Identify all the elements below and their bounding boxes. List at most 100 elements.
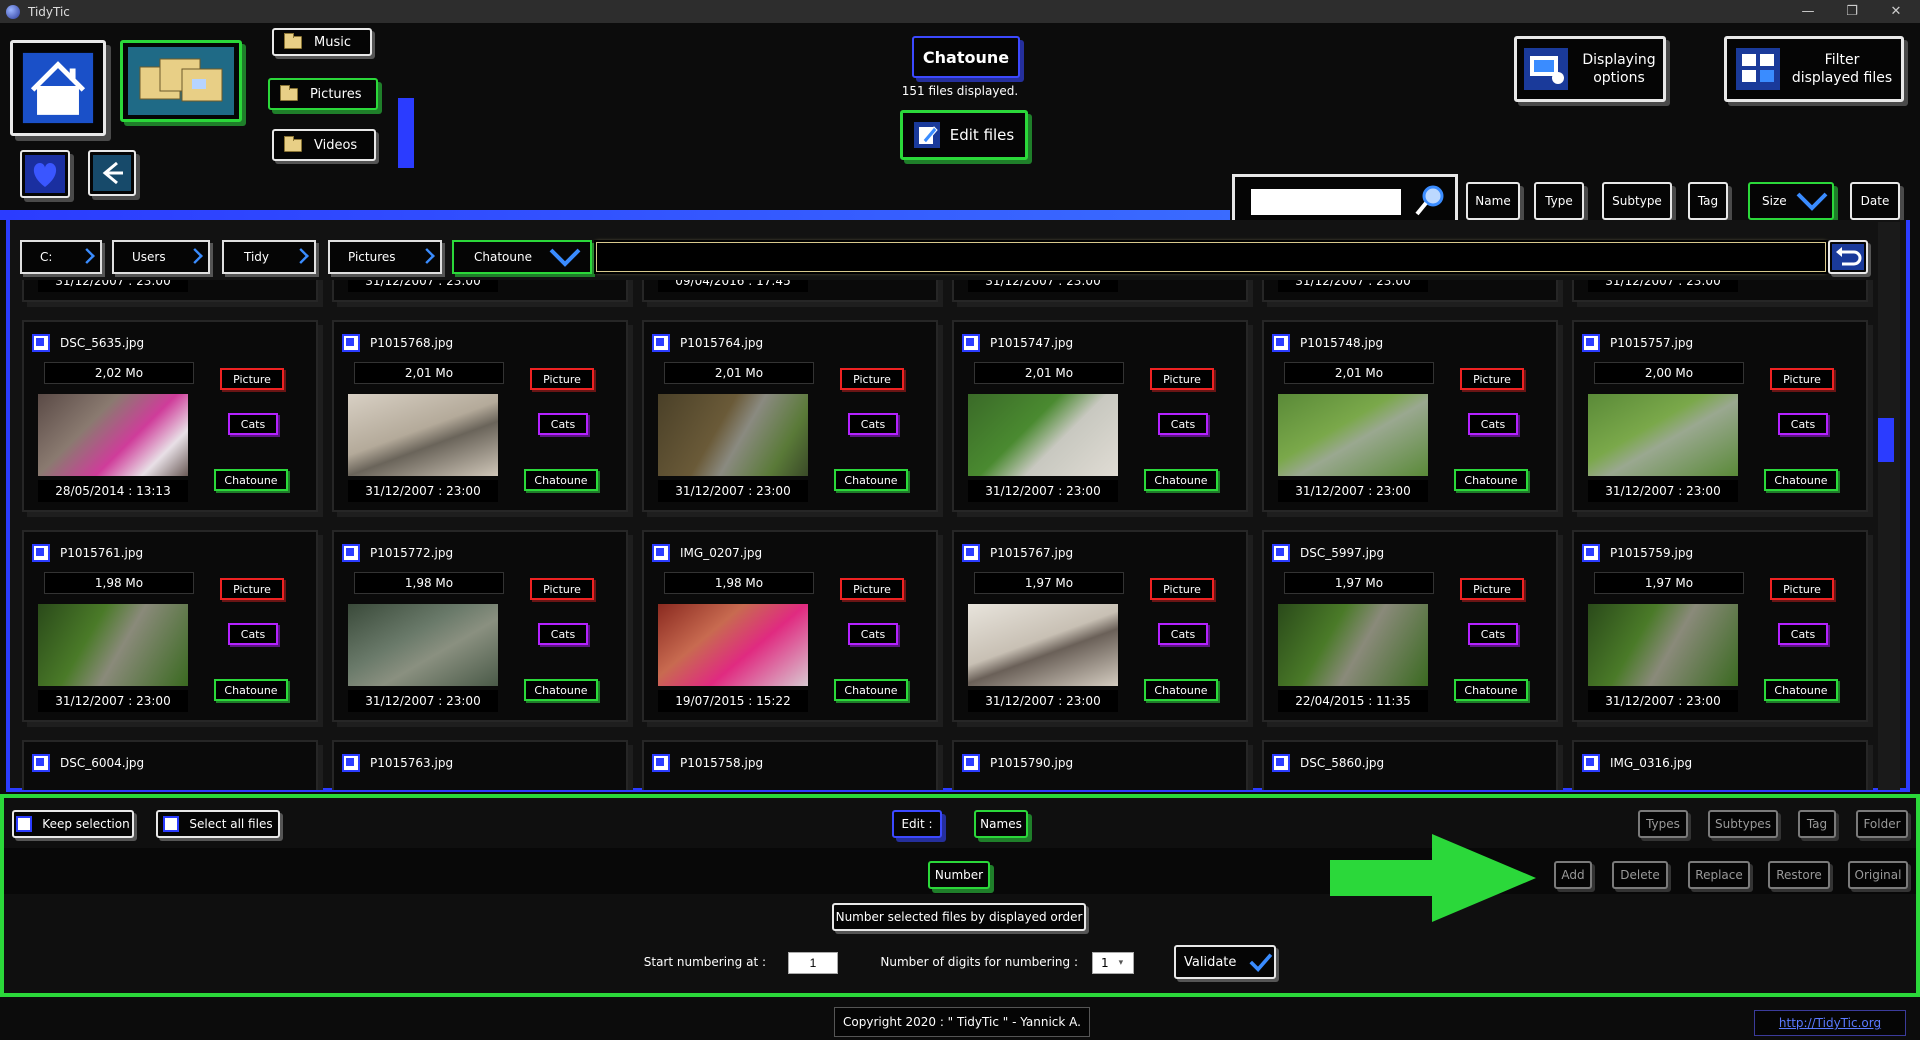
minimize-button[interactable]: —: [1786, 0, 1830, 23]
subtype-tag[interactable]: Cats: [1158, 413, 1208, 435]
file-card-partial[interactable]: 31/12/2007 : 23:00: [1262, 280, 1558, 302]
select-checkbox-icon[interactable]: [342, 334, 360, 352]
file-card[interactable]: P1015758.jpg: [642, 740, 938, 790]
subtype-tag[interactable]: Cats: [228, 623, 278, 645]
folder-tag[interactable]: Chatoune: [1764, 469, 1838, 491]
edit-tag-button[interactable]: Tag: [1798, 810, 1836, 838]
select-checkbox-icon[interactable]: [32, 334, 50, 352]
type-tag[interactable]: Picture: [530, 578, 594, 600]
back-button[interactable]: [88, 150, 136, 196]
folder-tag[interactable]: Chatoune: [214, 469, 288, 491]
select-checkbox-icon[interactable]: [1272, 544, 1290, 562]
sort-type-button[interactable]: Type: [1534, 182, 1584, 220]
add-button[interactable]: Add: [1554, 861, 1592, 889]
type-tag[interactable]: Picture: [840, 368, 904, 390]
edit-folder-button[interactable]: Folder: [1856, 810, 1908, 838]
select-checkbox-icon[interactable]: [1272, 334, 1290, 352]
breadcrumb-tidy[interactable]: Tidy: [222, 240, 316, 274]
file-card-partial[interactable]: 31/12/2007 : 23:00: [952, 280, 1248, 302]
subtype-tag[interactable]: Cats: [538, 413, 588, 435]
file-card[interactable]: P1015768.jpg 2,01 Mo 31/12/2007 : 23:00 Pic…: [332, 320, 628, 512]
file-thumbnail[interactable]: [348, 604, 498, 686]
breadcrumb-pictures[interactable]: Pictures: [328, 240, 442, 274]
subtype-tag[interactable]: Cats: [848, 413, 898, 435]
type-tag[interactable]: Picture: [220, 578, 284, 600]
file-card[interactable]: P1015748.jpg 2,01 Mo 31/12/2007 : 23:00 Pic…: [1262, 320, 1558, 512]
file-card[interactable]: P1015757.jpg 2,00 Mo 31/12/2007 : 23:00 Pic…: [1572, 320, 1868, 512]
sort-date-button[interactable]: Date: [1850, 182, 1900, 220]
path-bar[interactable]: [596, 242, 1826, 272]
file-card[interactable]: P1015790.jpg: [952, 740, 1248, 790]
select-checkbox-icon[interactable]: [962, 544, 980, 562]
file-thumbnail[interactable]: [1588, 604, 1738, 686]
sort-subtype-button[interactable]: Subtype: [1602, 182, 1672, 220]
select-checkbox-icon[interactable]: [32, 754, 50, 772]
select-checkbox-icon[interactable]: [962, 754, 980, 772]
close-button[interactable]: ✕: [1874, 0, 1918, 23]
file-thumbnail[interactable]: [658, 604, 808, 686]
start-numbering-input[interactable]: [788, 952, 838, 974]
original-button[interactable]: Original: [1848, 861, 1908, 889]
folder-tag[interactable]: Chatoune: [1144, 469, 1218, 491]
edit-files-button[interactable]: Edit files: [900, 110, 1028, 160]
favorites-button[interactable]: [20, 150, 70, 198]
displaying-options-button[interactable]: Displaying options: [1514, 36, 1666, 102]
restore-button[interactable]: Restore: [1768, 861, 1830, 889]
digits-select[interactable]: 1 ▾: [1092, 952, 1134, 974]
select-checkbox-icon[interactable]: [1582, 544, 1600, 562]
file-card[interactable]: P1015767.jpg 1,97 Mo 31/12/2007 : 23:00 Pic…: [952, 530, 1248, 722]
type-tag[interactable]: Picture: [1460, 368, 1524, 390]
sort-tag-button[interactable]: Tag: [1688, 182, 1728, 220]
folder-tag[interactable]: Chatoune: [1144, 679, 1218, 701]
number-selected-option[interactable]: Number selected files by displayed order: [832, 903, 1086, 931]
folders-button[interactable]: [120, 40, 242, 122]
select-checkbox-icon[interactable]: [342, 754, 360, 772]
music-button[interactable]: Music: [272, 28, 372, 56]
website-link[interactable]: http://TidyTic.org: [1754, 1010, 1906, 1036]
type-tag[interactable]: Picture: [1150, 368, 1214, 390]
breadcrumb-users[interactable]: Users: [112, 240, 210, 274]
type-tag[interactable]: Picture: [1460, 578, 1524, 600]
sort-name-button[interactable]: Name: [1466, 182, 1520, 220]
subtype-tag[interactable]: Cats: [1158, 623, 1208, 645]
search-icon[interactable]: [1413, 182, 1449, 218]
number-button[interactable]: Number: [928, 861, 990, 889]
folder-tag[interactable]: Chatoune: [1454, 679, 1528, 701]
scrollbar-thumb[interactable]: [1878, 418, 1894, 462]
sort-size-button[interactable]: Size: [1748, 182, 1834, 220]
folder-tag[interactable]: Chatoune: [1764, 679, 1838, 701]
file-card-partial[interactable]: 09/04/2016 : 17:45: [642, 280, 938, 302]
undo-button[interactable]: [1828, 240, 1868, 274]
file-thumbnail[interactable]: [348, 394, 498, 476]
folder-tag[interactable]: Chatoune: [1454, 469, 1528, 491]
type-tag[interactable]: Picture: [1150, 578, 1214, 600]
file-thumbnail[interactable]: [658, 394, 808, 476]
subtype-tag[interactable]: Cats: [1778, 623, 1828, 645]
file-thumbnail[interactable]: [38, 604, 188, 686]
scrollbar-track[interactable]: [1878, 222, 1900, 790]
edit-names-button[interactable]: Names: [974, 810, 1028, 838]
file-thumbnail[interactable]: [968, 604, 1118, 686]
filter-files-button[interactable]: Filter displayed files: [1724, 36, 1904, 102]
folder-tag[interactable]: Chatoune: [834, 469, 908, 491]
file-card[interactable]: IMG_0207.jpg 1,98 Mo 19/07/2015 : 15:22 Pic…: [642, 530, 938, 722]
select-checkbox-icon[interactable]: [1582, 754, 1600, 772]
videos-button[interactable]: Videos: [272, 129, 376, 161]
current-folder-button[interactable]: Chatoune: [912, 36, 1020, 78]
folder-tag[interactable]: Chatoune: [524, 679, 598, 701]
file-card[interactable]: P1015761.jpg 1,98 Mo 31/12/2007 : 23:00 Pic…: [22, 530, 318, 722]
file-card-partial[interactable]: 31/12/2007 : 23:00: [22, 280, 318, 302]
maximize-button[interactable]: ❐: [1830, 0, 1874, 23]
select-checkbox-icon[interactable]: [1582, 334, 1600, 352]
replace-button[interactable]: Replace: [1688, 861, 1750, 889]
delete-button[interactable]: Delete: [1612, 861, 1668, 889]
folder-tag[interactable]: Chatoune: [834, 679, 908, 701]
file-card-partial[interactable]: 31/12/2007 : 23:00: [332, 280, 628, 302]
breadcrumb-drive[interactable]: C:: [20, 240, 102, 274]
file-card[interactable]: DSC_5635.jpg 2,02 Mo 28/05/2014 : 13:13 Pic…: [22, 320, 318, 512]
validate-button[interactable]: Validate: [1174, 945, 1276, 979]
edit-types-button[interactable]: Types: [1638, 810, 1688, 838]
search-input[interactable]: [1251, 189, 1401, 215]
subtype-tag[interactable]: Cats: [1778, 413, 1828, 435]
file-thumbnail[interactable]: [1588, 394, 1738, 476]
